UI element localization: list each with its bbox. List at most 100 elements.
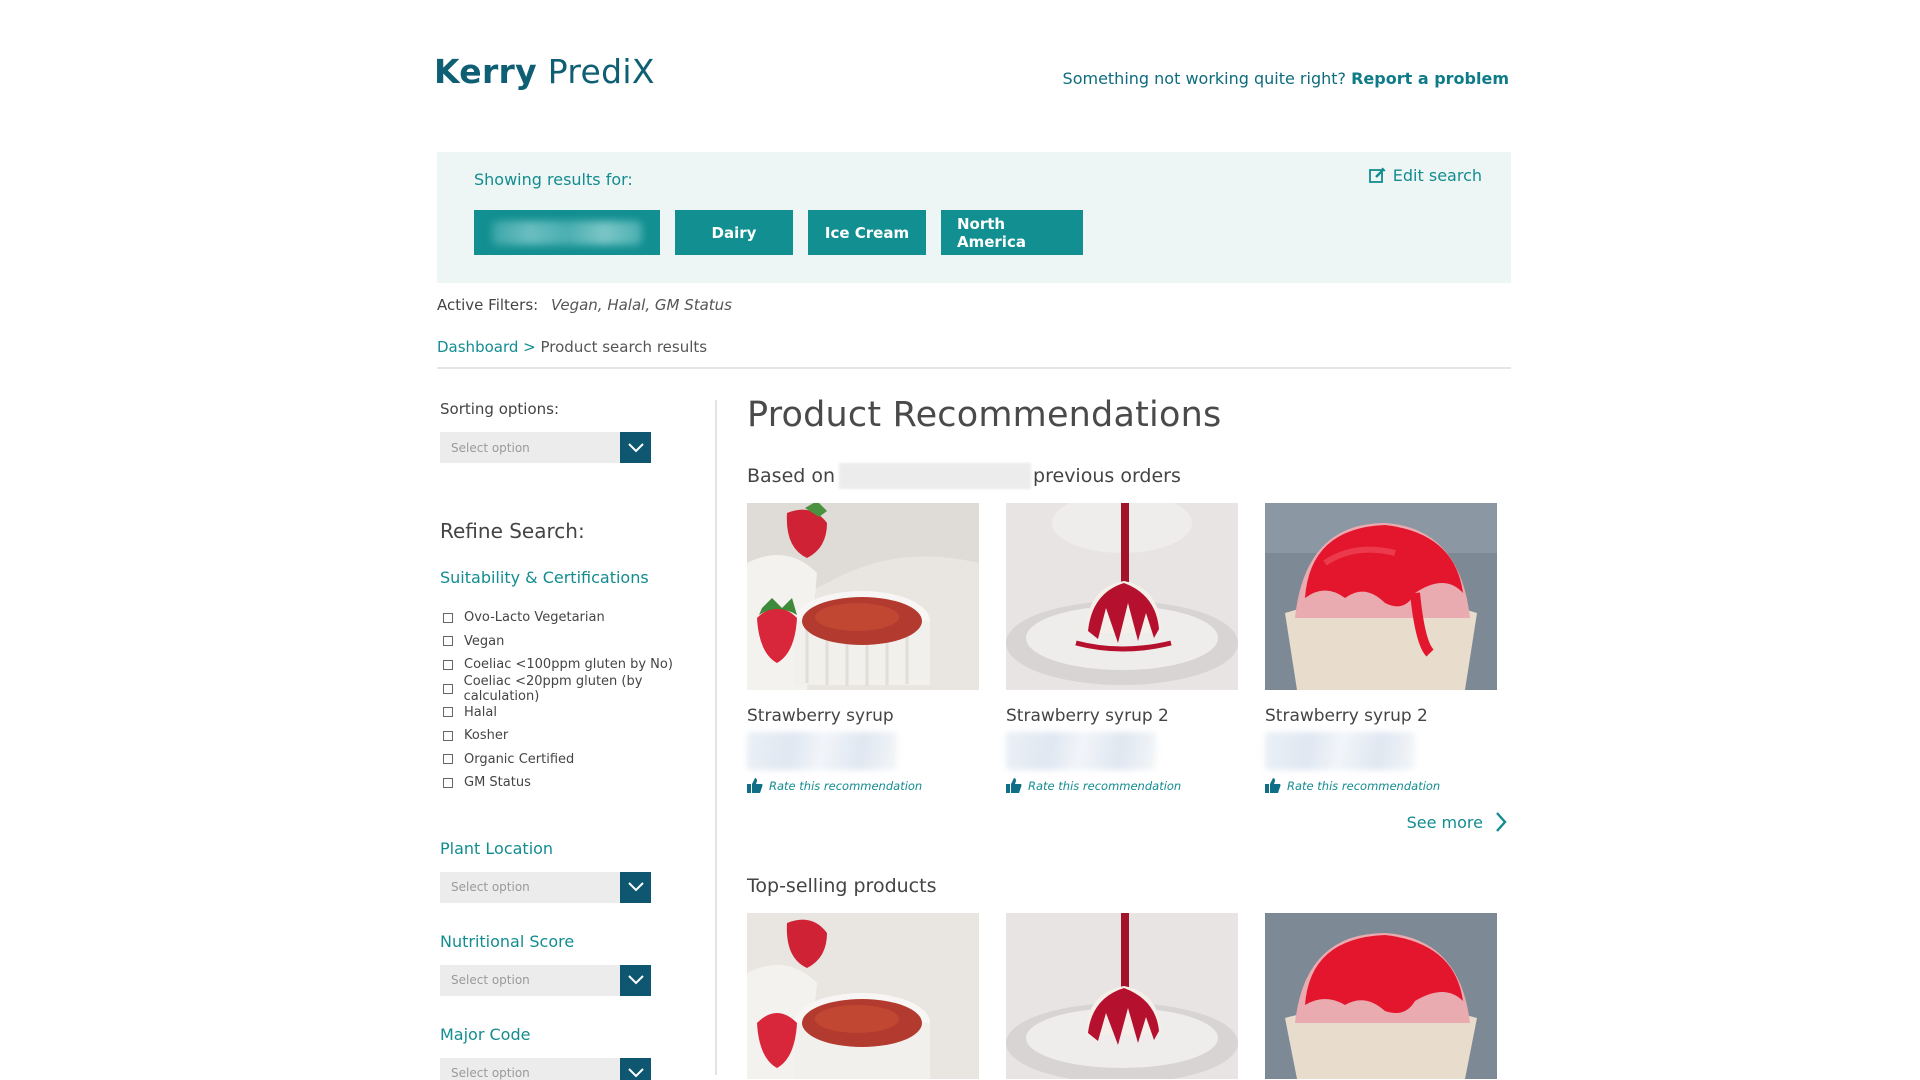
page-title: Product Recommendations xyxy=(747,395,1222,435)
app-logo: Kerry PrediX xyxy=(434,52,655,91)
based-on-prefix: Based on xyxy=(747,465,836,487)
edit-search-label: Edit search xyxy=(1392,166,1482,185)
suitability-title: Suitability & Certifications xyxy=(440,568,649,587)
checkbox-halal[interactable]: Halal xyxy=(440,700,710,724)
checkbox-label: GM Status xyxy=(464,775,531,791)
search-chips: Dairy Ice Cream North America xyxy=(474,210,1083,255)
sorting-select-value: Select option xyxy=(451,440,530,455)
logo-regular-text: PrediX xyxy=(547,52,655,91)
report-problem-link[interactable]: Report a problem xyxy=(1351,69,1509,88)
rate-recommendation-label: Rate this recommendation xyxy=(769,778,923,793)
checkbox-box[interactable] xyxy=(443,683,453,694)
recommendation-cards: Strawberry syrup Rate this recommendatio… xyxy=(747,503,1507,793)
thumbs-up-icon xyxy=(1265,778,1281,793)
plant-location-select[interactable]: Select option xyxy=(440,871,651,903)
nutritional-score-title: Nutritional Score xyxy=(440,931,575,951)
sorting-select[interactable]: Select option xyxy=(440,432,651,463)
sidebar-divider xyxy=(715,400,717,1075)
redacted-product-details xyxy=(1265,732,1415,770)
refine-search-title: Refine Search: xyxy=(440,519,585,543)
checkbox-box[interactable] xyxy=(443,777,453,788)
redacted-text xyxy=(492,220,642,245)
checkbox-gm-status[interactable]: GM Status xyxy=(440,771,710,795)
checkbox-label: Kosher xyxy=(464,728,509,744)
top-selling-heading: Top-selling products xyxy=(747,875,937,897)
product-name[interactable]: Strawberry syrup 2 xyxy=(1006,706,1238,726)
checkbox-vegan[interactable]: Vegan xyxy=(440,630,710,654)
edit-icon xyxy=(1368,167,1386,183)
see-more-link[interactable]: See more xyxy=(1407,811,1507,833)
plant-location-title: Plant Location xyxy=(440,838,554,858)
breadcrumb-dashboard-link[interactable]: Dashboard > xyxy=(437,338,536,356)
active-filters-values: Vegan, Halal, GM Status xyxy=(550,296,733,314)
nutritional-score-select[interactable]: Select option xyxy=(440,964,651,996)
checkbox-box[interactable] xyxy=(443,636,453,647)
chevron-down-icon xyxy=(620,432,651,463)
logo-bold-text: Kerry xyxy=(434,52,537,91)
product-name[interactable]: Strawberry syrup 2 xyxy=(1265,706,1497,726)
product-image-syrup-ramekin[interactable] xyxy=(747,913,979,1079)
checkbox-label: Organic Certified xyxy=(464,751,575,767)
product-image-sundae-plate[interactable] xyxy=(1006,913,1238,1079)
see-more-label: See more xyxy=(1406,812,1483,832)
breadcrumb: Dashboard > Product search results xyxy=(437,338,707,356)
chevron-down-icon xyxy=(620,964,651,996)
report-problem-bar: Something not working quite right? Repor… xyxy=(1063,69,1509,88)
chip-region[interactable]: North America xyxy=(941,210,1083,255)
suitability-checkbox-list: Ovo-Lacto Vegetarian Vegan Coeliac <100p… xyxy=(440,606,710,795)
sorting-label: Sorting options: xyxy=(440,400,560,418)
search-summary-panel: Showing results for: Edit search Dairy I… xyxy=(437,152,1511,283)
product-card[interactable]: Strawberry syrup Rate this recommendatio… xyxy=(747,503,979,793)
edit-search-button[interactable]: Edit search xyxy=(1368,166,1482,185)
major-code-select[interactable]: Select option xyxy=(440,1057,651,1080)
active-filters: Active Filters: Vegan, Halal, GM Status xyxy=(437,296,732,314)
chip-category[interactable]: Dairy xyxy=(675,210,793,255)
checkbox-organic[interactable]: Organic Certified xyxy=(440,748,710,772)
top-selling-cards xyxy=(747,913,1497,1079)
product-image-syrup-ramekin[interactable] xyxy=(747,503,979,690)
product-name[interactable]: Strawberry syrup xyxy=(747,706,979,726)
product-image-ice-cream-bowl[interactable] xyxy=(1265,913,1497,1079)
checkbox-label: Coeliac <100ppm gluten by No) xyxy=(464,657,673,673)
chip-customer-redacted[interactable] xyxy=(474,210,660,255)
checkbox-label: Coeliac <20ppm gluten (by calculation) xyxy=(463,673,643,704)
chevron-right-icon xyxy=(1496,812,1507,832)
active-filters-label: Active Filters: xyxy=(437,296,539,314)
product-image-sundae-plate[interactable] xyxy=(1006,503,1238,690)
major-code-title: Major Code xyxy=(440,1024,531,1044)
major-code-select-value: Select option xyxy=(451,1066,530,1080)
checkbox-box[interactable] xyxy=(443,612,453,623)
product-card[interactable] xyxy=(1006,913,1238,1079)
checkbox-box[interactable] xyxy=(443,730,453,741)
header-divider xyxy=(437,367,1511,369)
checkbox-ovo-lacto[interactable]: Ovo-Lacto Vegetarian xyxy=(440,606,710,630)
checkbox-box[interactable] xyxy=(443,707,453,718)
chevron-down-icon xyxy=(620,1057,651,1080)
based-on-heading: Based on previous orders xyxy=(747,463,1507,489)
based-on-suffix: previous orders xyxy=(1033,465,1181,487)
checkbox-box[interactable] xyxy=(443,754,453,765)
main-content: Product Recommendations Based on previou… xyxy=(747,395,1507,1079)
rate-recommendation-label: Rate this recommendation xyxy=(1287,778,1441,793)
redacted-product-details xyxy=(747,732,897,770)
rate-recommendation-link[interactable]: Rate this recommendation xyxy=(747,778,979,793)
product-image-ice-cream-bowl[interactable] xyxy=(1265,503,1497,690)
report-prefix-text: Something not working quite right? xyxy=(1062,69,1347,88)
product-card[interactable] xyxy=(1265,913,1497,1079)
checkbox-coeliac-20[interactable]: Coeliac <20ppm gluten (by calculation) xyxy=(440,673,710,704)
checkbox-box[interactable] xyxy=(443,659,453,670)
thumbs-up-icon xyxy=(747,778,763,793)
breadcrumb-current: Product search results xyxy=(540,338,708,356)
redacted-customer-name xyxy=(839,463,1032,489)
checkbox-label: Ovo-Lacto Vegetarian xyxy=(464,610,605,626)
rate-recommendation-label: Rate this recommendation xyxy=(1028,778,1182,793)
checkbox-kosher[interactable]: Kosher xyxy=(440,724,710,748)
product-card[interactable]: Strawberry syrup 2 Rate this recommendat… xyxy=(1006,503,1238,793)
rate-recommendation-link[interactable]: Rate this recommendation xyxy=(1006,778,1238,793)
product-card[interactable]: Strawberry syrup 2 Rate this recommendat… xyxy=(1265,503,1497,793)
product-card[interactable] xyxy=(747,913,979,1079)
checkbox-label: Halal xyxy=(464,704,497,720)
thumbs-up-icon xyxy=(1006,778,1022,793)
chip-subcategory[interactable]: Ice Cream xyxy=(808,210,926,255)
rate-recommendation-link[interactable]: Rate this recommendation xyxy=(1265,778,1497,793)
